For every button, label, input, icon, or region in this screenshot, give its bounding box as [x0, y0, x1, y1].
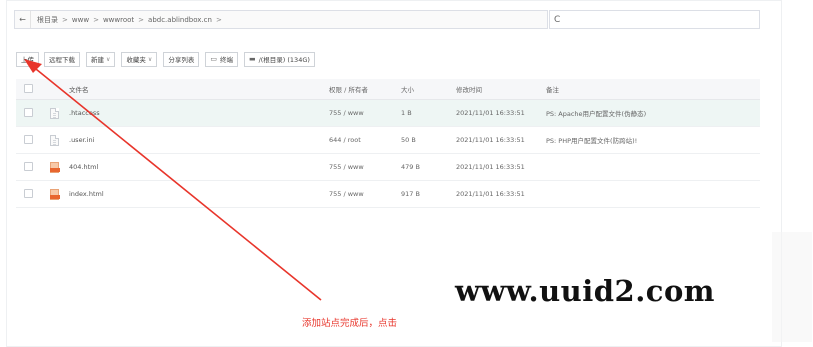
upload-label: 上传 — [21, 56, 34, 64]
file-size: 50 B — [401, 136, 416, 144]
row-checkbox[interactable] — [24, 134, 33, 144]
file-perm[interactable]: 755 / www — [329, 190, 401, 198]
row-checkbox[interactable] — [24, 188, 33, 198]
disk-button[interactable]: ▬/(根目录) (134G) — [243, 51, 315, 67]
back-arrow-icon[interactable]: ← — [15, 11, 31, 28]
crumb-wwwroot[interactable]: wwwroot — [103, 16, 134, 24]
breadcrumb: 根目录 > www > wwwroot > abdc.ablindbox.cn … — [31, 15, 226, 25]
file-icon — [50, 107, 59, 119]
file-name[interactable]: index.html — [69, 190, 329, 198]
share-list-button[interactable]: 分享列表 — [163, 51, 200, 67]
html-file-icon — [50, 188, 60, 200]
table-row[interactable]: .user.ini 644 / root 50 B 2021/11/01 16:… — [16, 127, 760, 154]
terminal-button[interactable]: ▭ 终端 — [205, 51, 238, 67]
table-header: 文件名 权限 / 所有者 大小 修改时间 备注 — [16, 79, 760, 100]
file-name[interactable]: 404.html — [69, 163, 329, 171]
file-name[interactable]: .user.ini — [69, 136, 329, 144]
path-bar[interactable]: ← 根目录 > www > wwwroot > abdc.ablindbox.c… — [14, 10, 548, 29]
file-name[interactable]: .htaccess — [69, 109, 329, 117]
watermark-text: www.uuid2.com — [455, 274, 715, 308]
file-perm[interactable]: 755 / www — [329, 163, 401, 171]
watermark-fade — [772, 232, 812, 342]
file-size: 1 B — [401, 109, 412, 117]
share-list-label: 分享列表 — [168, 56, 195, 64]
file-note[interactable]: PS: Apache用户配置文件(伪静态) — [546, 108, 760, 118]
crumb-root[interactable]: 根目录 — [37, 15, 58, 25]
disk-icon: ▬ — [248, 55, 256, 63]
table-row[interactable]: 404.html 755 / www 479 B 2021/11/01 16:3… — [16, 154, 760, 181]
file-perm[interactable]: 644 / root — [329, 136, 401, 144]
file-size: 917 B — [401, 190, 420, 198]
table-row[interactable]: .htaccess 755 / www 1 B 2021/11/01 16:33… — [16, 100, 760, 127]
header-note: 备注 — [546, 86, 559, 94]
header-size[interactable]: 大小 — [401, 84, 456, 94]
chevron-down-icon: ∨ — [147, 55, 153, 63]
header-name[interactable]: 文件名 — [69, 84, 329, 94]
table-row[interactable]: index.html 755 / www 917 B 2021/11/01 16… — [16, 181, 760, 208]
favorites-dropdown-button[interactable]: 收藏夹 ∨ — [121, 51, 158, 67]
file-table: 文件名 权限 / 所有者 大小 修改时间 备注 .htaccess 755 / … — [16, 79, 760, 208]
refresh-icon: C — [554, 14, 561, 25]
terminal-icon: ▭ — [210, 55, 217, 63]
file-time: 2021/11/01 16:33:51 — [456, 109, 525, 117]
row-checkbox[interactable] — [24, 107, 33, 117]
file-icon — [50, 134, 59, 146]
file-time: 2021/11/01 16:33:51 — [456, 136, 525, 144]
new-label: 新建 — [91, 56, 104, 64]
terminal-label: 终端 — [219, 56, 233, 64]
row-checkbox[interactable] — [24, 161, 33, 171]
upload-button[interactable]: 上传 — [16, 51, 39, 67]
chevron-right-icon: > — [62, 15, 68, 24]
refresh-button[interactable]: C — [549, 10, 760, 29]
new-dropdown-button[interactable]: 新建 ∨ — [86, 51, 116, 67]
crumb-www[interactable]: www — [72, 16, 89, 24]
checkbox[interactable] — [24, 83, 33, 93]
chevron-down-icon: ∨ — [106, 55, 111, 63]
file-time: 2021/11/01 16:33:51 — [456, 163, 525, 171]
html-file-icon — [50, 161, 60, 173]
remote-download-label: 远程下载 — [49, 56, 75, 64]
favorites-label: 收藏夹 — [126, 56, 146, 64]
chevron-right-icon: > — [138, 15, 145, 24]
file-perm[interactable]: 755 / www — [329, 109, 401, 117]
file-note[interactable]: PS: PHP用户配置文件(防跨站)! — [546, 135, 760, 145]
select-all-checkbox[interactable] — [16, 83, 50, 95]
chevron-right-icon: > — [215, 15, 222, 24]
toolbar: 上传 远程下载 新建 ∨ 收藏夹 ∨ 分享列表 ▭ 终端 ▬/(根目录) (134G) — [16, 51, 321, 67]
remote-download-button[interactable]: 远程下载 — [44, 51, 80, 67]
header-time[interactable]: 修改时间 — [456, 84, 546, 94]
annotation-hint: 添加站点完成后，点击 — [302, 318, 398, 329]
file-time: 2021/11/01 16:33:51 — [456, 190, 525, 198]
disk-label: /(根目录) (134G) — [258, 56, 310, 64]
crumb-site[interactable]: abdc.ablindbox.cn — [148, 16, 212, 24]
file-size: 479 B — [401, 163, 420, 171]
header-perm[interactable]: 权限 / 所有者 — [329, 84, 401, 94]
chevron-right-icon: > — [93, 15, 99, 24]
